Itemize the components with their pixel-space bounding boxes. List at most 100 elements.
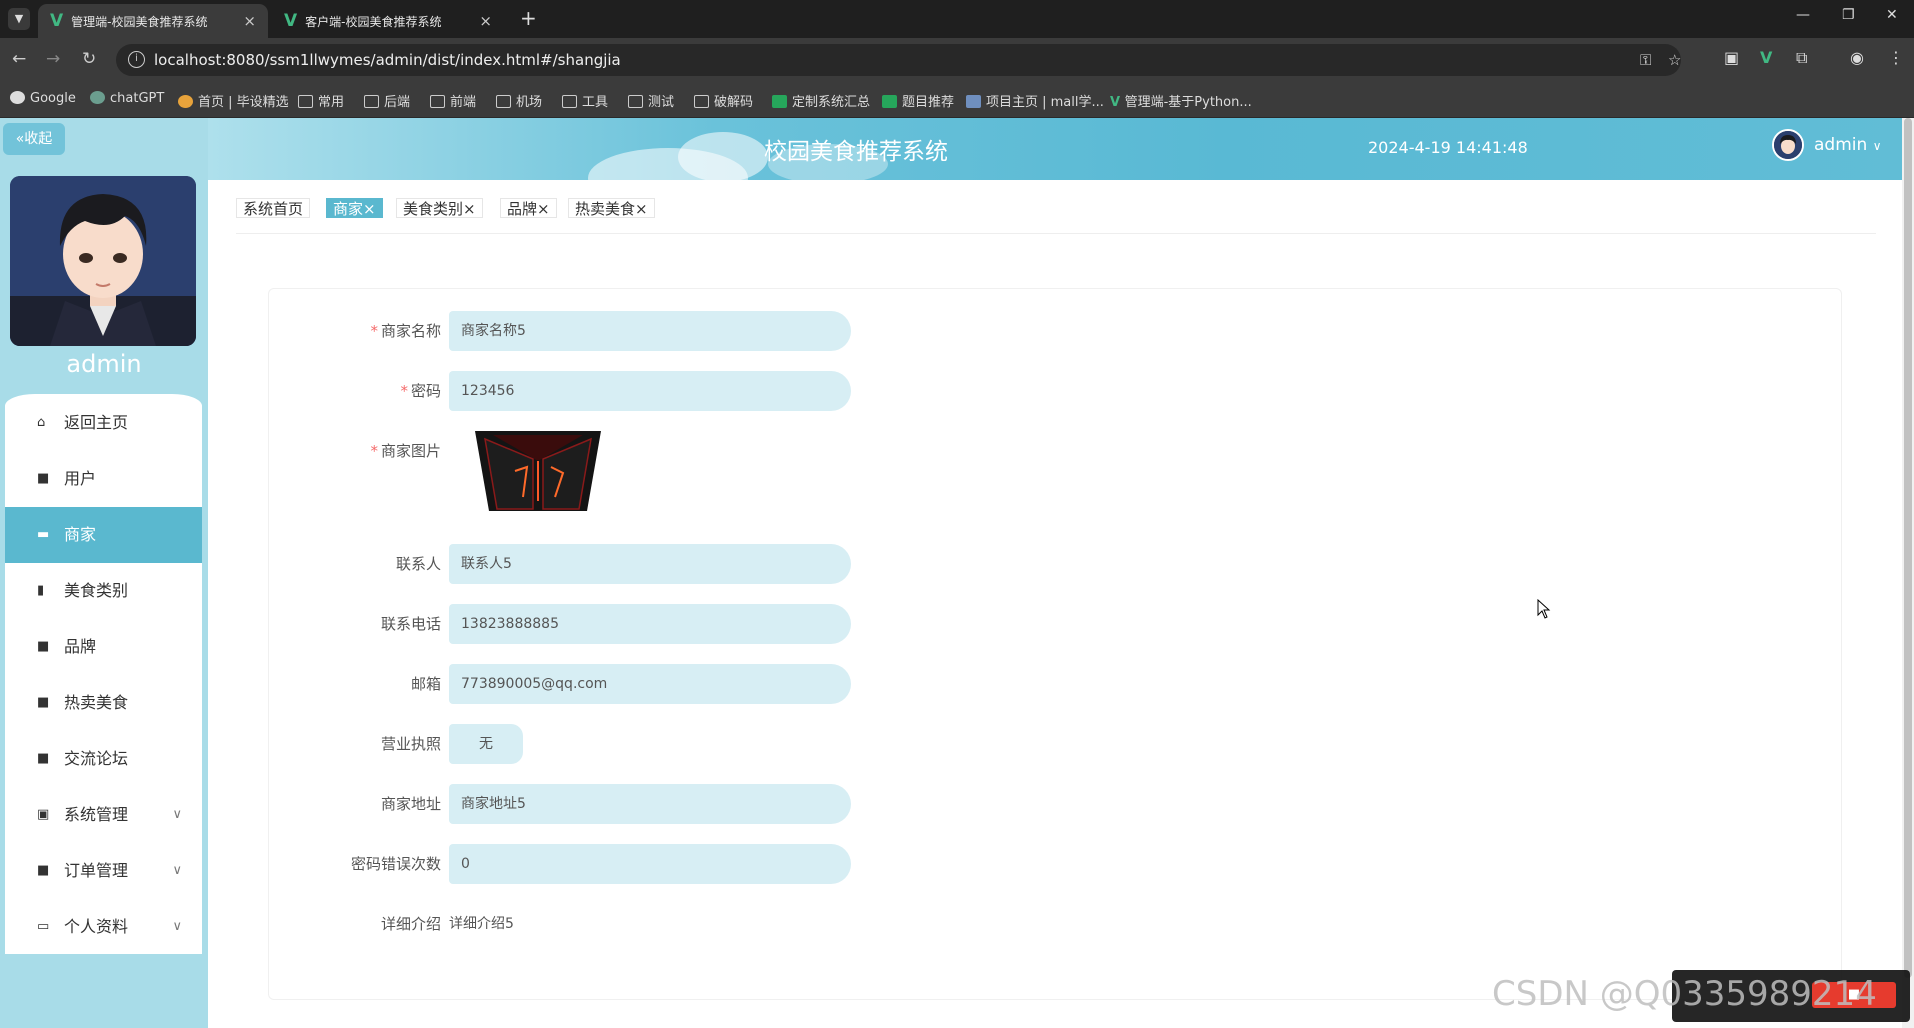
browser-tab-client[interactable]: V 客户端-校园美食推荐系统 × [272, 4, 504, 38]
bookmark-folder-backend[interactable]: 后端 [364, 91, 410, 110]
chevron-down-icon: ∨ [172, 807, 182, 822]
extension-icon[interactable]: ▣ [1724, 48, 1739, 67]
star-icon[interactable]: ☆ [1668, 51, 1681, 69]
scrollbar-thumb[interactable] [1904, 118, 1912, 978]
sidebar-item-profile[interactable]: ▭ 个人资料 ∨ [5, 899, 202, 955]
bookmark-folder-frontend[interactable]: 前端 [430, 91, 476, 110]
folder-icon [298, 95, 313, 108]
close-icon[interactable]: × [363, 200, 376, 218]
sidebar-item-food-category[interactable]: ▮ 美食类别 [5, 563, 202, 619]
close-icon[interactable]: × [243, 4, 256, 38]
grid-icon: ■ [37, 695, 50, 710]
puzzle-icon[interactable]: ⧉ [1796, 48, 1807, 68]
grid-icon: ■ [37, 471, 50, 486]
close-icon[interactable]: × [537, 200, 550, 218]
bookmark-chatgpt[interactable]: chatGPT [90, 91, 164, 106]
header-datetime: 2024-4-19 14:41:48 [1368, 138, 1528, 157]
tag-home[interactable]: 系统首页 [236, 198, 311, 218]
bookmark-folder-crack[interactable]: 破解码 [694, 91, 753, 110]
password-field[interactable]: 123456 [449, 371, 851, 411]
sidebar-item-forum[interactable]: ■ 交流论坛 [5, 731, 202, 787]
tag-food-category[interactable]: 美食类别× [396, 198, 483, 218]
form-label: 详细介绍 [380, 915, 441, 933]
sidebar-item-users[interactable]: ■ 用户 [5, 451, 202, 507]
restore-button[interactable]: ❐ [1842, 7, 1855, 23]
bookmark-folder-common[interactable]: 常用 [298, 91, 344, 110]
bookmark-mall[interactable]: 项目主页 | mall学... [966, 91, 1104, 110]
form-label: * 商家名称 [370, 322, 441, 340]
key-icon[interactable]: ⚿ [1640, 51, 1651, 69]
contact-field[interactable]: 联系人5 [449, 544, 851, 584]
scrollbar[interactable] [1902, 118, 1914, 1028]
address-field[interactable]: 商家地址5 [449, 784, 851, 824]
sidebar-item-hot-food[interactable]: ■ 热卖美食 [5, 675, 202, 731]
bookmark-bishe[interactable]: 首页 | 毕设精选 [178, 91, 289, 110]
tag-hot-food[interactable]: 热卖美食× [568, 198, 655, 218]
folder-icon [496, 95, 511, 108]
tags-bar: 系统首页 商家× 美食类别× 品牌× 热卖美食× [236, 198, 1876, 234]
bookmark-google[interactable]: Google [10, 91, 76, 106]
close-window-button[interactable]: ✕ [1886, 7, 1898, 23]
page-title: 校园美食推荐系统 [764, 139, 948, 165]
google-icon [10, 91, 25, 104]
bookmark-python-admin[interactable]: V 管理端-基于Python... [1110, 91, 1252, 110]
grid-icon: ■ [37, 863, 50, 878]
vue-devtools-icon[interactable]: V [1760, 48, 1772, 67]
form-row-detail: 详细介绍 详细介绍5 [269, 904, 1169, 944]
folder-icon [628, 95, 643, 108]
bookmark-folder-test[interactable]: 测试 [628, 91, 674, 110]
grid-icon: ■ [37, 639, 50, 654]
sidebar-item-home[interactable]: ⌂ 返回主页 [5, 395, 202, 451]
required-mark: * [370, 442, 378, 460]
folder-icon [694, 95, 709, 108]
sidebar-item-brand[interactable]: ■ 品牌 [5, 619, 202, 675]
app: «收起 admin ⌂ 返回主页 ■ 用户 ▬ 商家 ▮ 美食类别 ■ 品牌 ■… [0, 118, 1914, 1028]
new-tab-button[interactable]: + [520, 6, 537, 30]
tag-shop[interactable]: 商家× [326, 198, 383, 218]
bookmark-custom-systems[interactable]: 定制系统汇总 [772, 91, 870, 110]
vue-icon: V [50, 11, 64, 31]
tab-title: 客户端-校园美食推荐系统 [305, 15, 442, 29]
checklist-icon: ▣ [37, 807, 50, 822]
close-icon[interactable]: × [479, 4, 492, 38]
more-menu-icon[interactable]: ⋮ [1888, 48, 1904, 67]
form-row-password: * 密码 123456 [269, 371, 1169, 411]
form-label: * 商家图片 [370, 442, 441, 460]
bookmarks-bar: Google chatGPT 首页 | 毕设精选 常用 后端 前端 机场 工具 … [0, 82, 1914, 118]
forward-icon[interactable]: → [46, 49, 60, 69]
sidebar-item-shop[interactable]: ▬ 商家 [5, 507, 202, 563]
profile-icon[interactable]: ◉ [1850, 48, 1864, 67]
reload-icon[interactable]: ↻ [82, 49, 96, 69]
close-icon[interactable]: × [463, 200, 476, 218]
url-field[interactable]: i localhost:8080/ssm1llwymes/admin/dist/… [116, 44, 1681, 76]
pwd-errors-field[interactable]: 0 [449, 844, 851, 884]
phone-field[interactable]: 13823888885 [449, 604, 851, 644]
bookmark-folder-airport[interactable]: 机场 [496, 91, 542, 110]
bookmark-folder-tools[interactable]: 工具 [562, 91, 608, 110]
folder-icon [430, 95, 445, 108]
required-mark: * [400, 382, 408, 400]
form-label: 密码错误次数 [350, 855, 441, 873]
bookmark-topic[interactable]: 题目推荐 [882, 91, 954, 110]
shop-image[interactable] [475, 431, 601, 511]
collapse-button[interactable]: «收起 [3, 123, 65, 155]
email-field[interactable]: 773890005@qq.com [449, 664, 851, 704]
form-label: * 密码 [400, 382, 441, 400]
url-text[interactable]: localhost:8080/ssm1llwymes/admin/dist/in… [154, 51, 621, 69]
grid-icon: ■ [37, 751, 50, 766]
shop-name-field[interactable]: 商家名称5 [449, 311, 851, 351]
browser-tab-admin[interactable]: V 管理端-校园美食推荐系统 × [38, 4, 268, 38]
form-row-address: 商家地址 商家地址5 [269, 784, 1169, 824]
sidebar-item-orders[interactable]: ■ 订单管理 ∨ [5, 843, 202, 899]
site-info-icon[interactable]: i [128, 51, 145, 68]
minimize-button[interactable]: — [1796, 7, 1810, 23]
tab-search-button[interactable]: ▼ [8, 8, 30, 30]
close-icon[interactable]: × [635, 200, 648, 218]
back-icon[interactable]: ← [12, 49, 26, 69]
tag-brand[interactable]: 品牌× [500, 198, 557, 218]
license-field[interactable]: 无 [449, 724, 523, 764]
sidebar-item-system[interactable]: ▣ 系统管理 ∨ [5, 787, 202, 843]
form-label: 联系人 [395, 555, 441, 573]
clipboard-icon: ▮ [37, 583, 45, 598]
chevron-down-icon: ∨ [1872, 139, 1882, 153]
